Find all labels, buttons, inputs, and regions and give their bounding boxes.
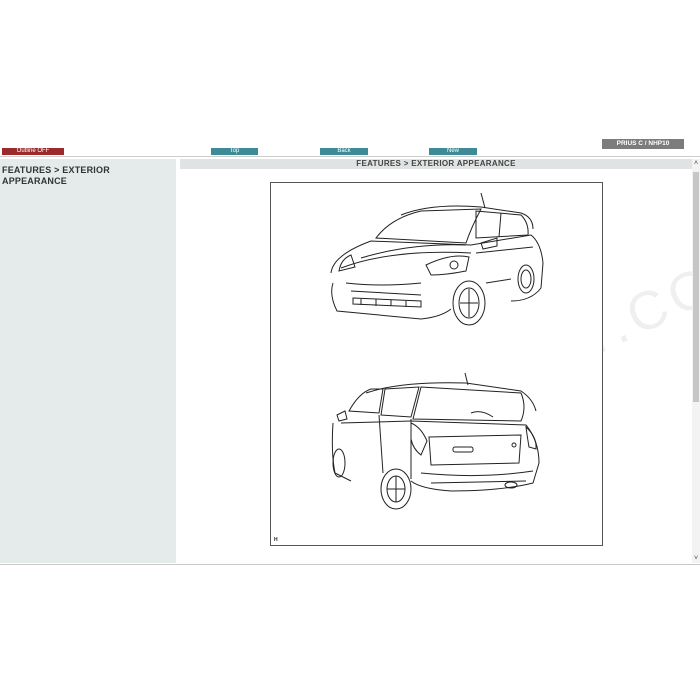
figure-id-label: H [274,537,278,543]
toolbar: Outline OFF Top Back New PRIUS C / NHP10 [0,137,700,159]
new-button[interactable]: New [429,148,477,155]
outline-toggle-button[interactable]: Outline OFF [2,148,64,155]
sidebar-title[interactable]: FEATURES > EXTERIOR APPEARANCE [2,165,152,187]
illustration-frame: H [270,182,603,546]
car-front-icon [330,192,544,326]
content-header: FEATURES > EXTERIOR APPEARANCE [180,159,692,169]
back-button[interactable]: Back [320,148,368,155]
toolbar-divider [0,156,700,157]
chevron-down-icon[interactable]: ˅ [692,554,700,563]
top-button[interactable]: Top [211,148,258,155]
bottom-divider [0,564,700,565]
vertical-scrollbar[interactable]: ˄ ˅ [692,159,700,563]
car-rear-icon [331,372,540,510]
chevron-up-icon[interactable]: ˄ [692,159,700,168]
content-pane: FEATURES > EXTERIOR APPEARANCE EPCDEPOT.… [180,159,700,563]
scrollbar-thumb[interactable] [693,172,699,402]
app-window: Outline OFF Top Back New PRIUS C / NHP10… [0,137,700,565]
model-badge: PRIUS C / NHP10 [602,139,684,149]
sidebar: FEATURES > EXTERIOR APPEARANCE [0,159,176,563]
